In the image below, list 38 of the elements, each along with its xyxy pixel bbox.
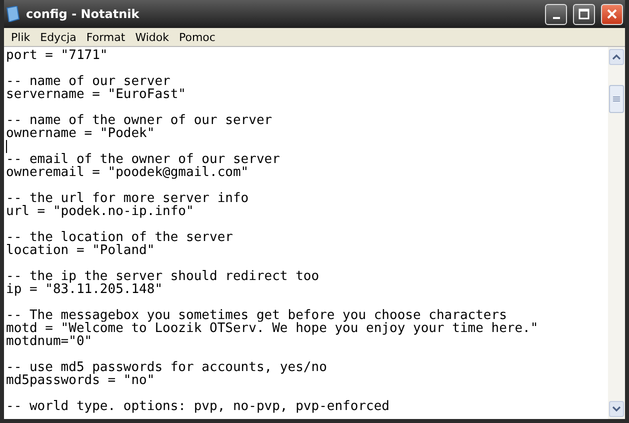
menu-item[interactable]: Format [81, 30, 130, 44]
text-line: -- the url for more server info [6, 192, 250, 205]
text-line: -- world type. options: pvp, no-pvp, pvp-enforced [6, 400, 391, 413]
text-line: location = "Poland" [6, 244, 156, 257]
menu-item[interactable]: Plik [6, 30, 36, 44]
text-line: -- name of our server [6, 75, 170, 88]
maximize-button[interactable] [573, 4, 595, 24]
vertical-scrollbar[interactable] [608, 47, 625, 419]
text-line: owneremail = "poodek@gmail.com" [6, 166, 250, 179]
notepad-icon [6, 6, 20, 22]
window-title: config - Notatnik [26, 7, 140, 21]
scroll-up-button[interactable] [609, 49, 624, 65]
text-line: url = "podek.no-ip.info" [6, 205, 195, 218]
text-line: -- the location of the server [6, 231, 234, 244]
scroll-thumb[interactable] [609, 85, 624, 113]
text-line: motdnum="0" [6, 335, 94, 348]
text-caret [6, 140, 7, 153]
text-line: motd = "Welcome to Loozik OTServ. We hope you enjoy your time here." [6, 322, 540, 335]
close-button[interactable] [601, 4, 623, 24]
text-line: -- email of the owner of our server [6, 153, 281, 166]
menu-item[interactable]: Edycja [35, 30, 82, 44]
text-line: -- name of the owner of our server [6, 114, 274, 127]
text-line: -- The messagebox you sometimes get before you choose characters [6, 309, 507, 322]
minimize-button[interactable] [545, 4, 567, 24]
text-line: ownername = "Podek" [6, 127, 156, 140]
close-icon [606, 8, 618, 20]
scroll-down-button[interactable] [609, 401, 624, 417]
text-line: ip = "83.11.205.148" [6, 283, 164, 296]
text-line: servername = "EuroFast" [6, 88, 188, 101]
text-line: -- use md5 passwords for accounts, yes/no [6, 361, 328, 374]
menu-item[interactable]: Pomoc [174, 30, 220, 44]
text-line: port = "7171" [6, 49, 109, 62]
maximize-icon [578, 8, 590, 20]
text-line: md5passwords = "no" [6, 374, 155, 387]
menu-item[interactable]: Widok [130, 30, 174, 44]
text-line: -- the ip the server should redirect too [6, 270, 320, 283]
minimize-icon [552, 17, 560, 19]
grip-icon [613, 96, 620, 102]
